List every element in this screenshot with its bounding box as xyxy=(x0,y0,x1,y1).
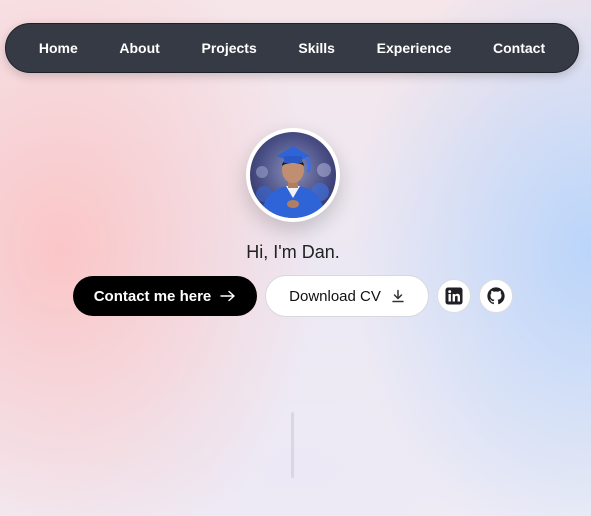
nav-link-contact[interactable]: Contact xyxy=(493,40,545,56)
download-icon xyxy=(392,289,404,303)
linkedin-button[interactable] xyxy=(437,279,471,313)
nav-link-projects[interactable]: Projects xyxy=(201,40,256,56)
greeting: Hi, I'm Dan. xyxy=(246,242,340,262)
nav-link-home[interactable]: Home xyxy=(39,40,78,56)
github-button[interactable] xyxy=(479,279,513,313)
download-button-label: Download CV xyxy=(289,287,381,305)
nav-link-skills[interactable]: Skills xyxy=(298,40,335,56)
nav-link-about[interactable]: About xyxy=(119,40,159,56)
navbar: Home About Projects Skills Experience Co… xyxy=(5,23,579,73)
download-cv-button[interactable]: Download CV xyxy=(265,275,429,317)
linkedin-icon xyxy=(445,287,463,305)
arrow-right-icon xyxy=(220,290,235,302)
avatar xyxy=(246,128,340,222)
nav-link-experience[interactable]: Experience xyxy=(377,40,452,56)
github-icon xyxy=(487,287,505,305)
section-divider xyxy=(291,412,294,478)
contact-me-button[interactable]: Contact me here xyxy=(73,276,257,316)
contact-button-label: Contact me here xyxy=(93,287,212,305)
avatar-photo xyxy=(250,132,336,218)
